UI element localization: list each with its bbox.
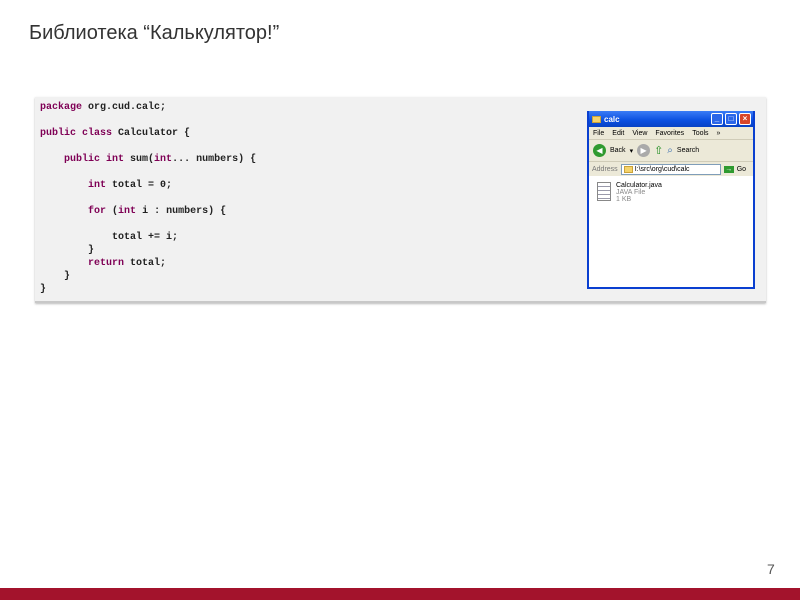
- code-text: total = 0;: [106, 180, 173, 191]
- search-icon: ⌕: [667, 145, 673, 156]
- code-keyword: public int: [64, 154, 125, 165]
- code-text: }: [40, 245, 95, 256]
- menu-bar: File Edit View Favorites Tools »: [589, 127, 753, 140]
- back-arrow-icon[interactable]: ◀: [593, 144, 606, 157]
- code-text: org.cud.calc;: [82, 102, 167, 113]
- close-button[interactable]: ×: [739, 113, 751, 125]
- footer-bar: [0, 588, 800, 600]
- code-keyword: int: [118, 206, 137, 217]
- code-keyword: return: [88, 258, 125, 269]
- menu-edit[interactable]: Edit: [612, 130, 624, 137]
- code-line: }: [40, 244, 256, 257]
- slide-title: Библиотека “Калькулятор!”: [29, 22, 280, 44]
- code-keyword: int: [154, 154, 173, 165]
- code-text: }: [40, 271, 71, 282]
- folder-icon: [592, 115, 601, 123]
- explorer-window: calc _ □ × File Edit View Favorites Tool…: [587, 111, 755, 289]
- file-name: Calculator.java: [616, 182, 662, 189]
- code-line: }: [40, 270, 256, 283]
- file-size: 1 KB: [616, 196, 632, 203]
- code-line: for (int i : numbers) {: [40, 205, 256, 218]
- code-line: int total = 0;: [40, 179, 256, 192]
- code-text: sum(: [124, 154, 155, 165]
- page-number: 7: [767, 561, 775, 577]
- address-label: Address: [592, 165, 618, 173]
- toolbar: ◀ Back ▾ ▶ ⇧ ⌕ Search: [589, 140, 753, 162]
- code-block: package org.cud.calc; public class Calcul…: [40, 101, 256, 296]
- code-line: public int sum(int... numbers) {: [40, 153, 256, 166]
- menu-view[interactable]: View: [632, 130, 647, 137]
- search-button[interactable]: Search: [677, 147, 699, 154]
- menu-tools[interactable]: Tools: [692, 130, 708, 137]
- code-text: Calculator {: [112, 128, 191, 139]
- code-line: package org.cud.calc;: [40, 101, 256, 114]
- minimize-button[interactable]: _: [711, 113, 723, 125]
- address-bar: Address I:\src\org\cud\calc → Go: [589, 162, 753, 176]
- code-keyword: int: [88, 180, 107, 191]
- code-line: total += i;: [40, 231, 256, 244]
- code-keyword: for: [88, 206, 107, 217]
- maximize-button[interactable]: □: [725, 113, 737, 125]
- menu-favorites[interactable]: Favorites: [655, 130, 684, 137]
- go-button[interactable]: Go: [737, 166, 746, 173]
- file-type: JAVA File: [616, 189, 646, 196]
- code-line: }: [40, 283, 256, 296]
- file-item[interactable]: Calculator.java JAVA File 1 KB: [589, 176, 753, 209]
- code-text: i : numbers) {: [136, 206, 227, 217]
- menu-file[interactable]: File: [593, 130, 604, 137]
- chevron-more-icon[interactable]: »: [717, 130, 721, 137]
- code-text: (: [106, 206, 119, 217]
- forward-arrow-icon[interactable]: ▶: [637, 144, 651, 157]
- code-line: return total;: [40, 257, 256, 270]
- go-arrow-icon[interactable]: →: [723, 165, 734, 173]
- back-button[interactable]: Back: [610, 147, 626, 154]
- code-text: total;: [124, 258, 167, 269]
- address-input[interactable]: I:\src\org\cud\calc: [620, 163, 721, 175]
- dropdown-icon[interactable]: ▾: [630, 147, 634, 155]
- code-text: total += i;: [40, 232, 179, 243]
- up-folder-icon[interactable]: ⇧: [654, 144, 663, 157]
- folder-icon: [623, 165, 633, 173]
- code-keyword: package: [40, 102, 83, 113]
- code-text: ... numbers) {: [172, 154, 257, 165]
- address-value: I:\src\org\cud\calc: [634, 165, 690, 173]
- code-panel: package org.cud.calc; public class Calcul…: [35, 97, 766, 303]
- code-line: public class Calculator {: [40, 127, 256, 140]
- window-title: calc: [604, 114, 620, 124]
- java-file-icon: [597, 182, 611, 201]
- title-bar[interactable]: calc _ □ ×: [589, 111, 753, 127]
- code-text: }: [40, 284, 47, 295]
- code-keyword: public class: [40, 128, 113, 139]
